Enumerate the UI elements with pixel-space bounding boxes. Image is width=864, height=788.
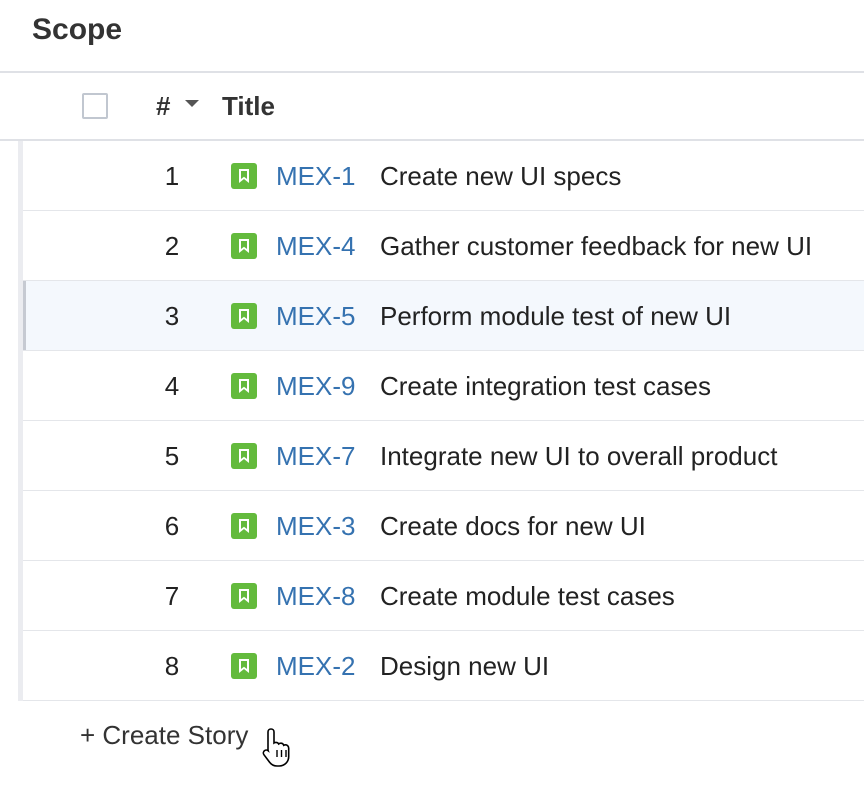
issue-key-link[interactable]: MEX-4: [276, 231, 355, 262]
story-icon: [231, 163, 257, 189]
rank-cell: 2: [164, 231, 180, 261]
issue-summary[interactable]: Create docs for new UI: [380, 511, 646, 542]
rank-cell: 1: [164, 161, 180, 191]
issue-key-link[interactable]: MEX-3: [276, 511, 355, 542]
table-row[interactable]: 2 MEX-4 Gather customer feedback for new…: [23, 211, 864, 281]
table-row[interactable]: 3 MEX-5 Perform module test of new UI: [23, 281, 864, 351]
table-row[interactable]: 4 MEX-9 Create integration test cases: [23, 351, 864, 421]
story-icon: [231, 303, 257, 329]
issue-key-link[interactable]: MEX-1: [276, 161, 355, 192]
select-all-checkbox[interactable]: [82, 93, 108, 119]
create-story-button[interactable]: + Create Story: [80, 720, 248, 751]
issue-summary[interactable]: Create module test cases: [380, 581, 675, 612]
table-row[interactable]: 8 MEX-2 Design new UI: [23, 631, 864, 701]
issue-key-link[interactable]: MEX-5: [276, 301, 355, 332]
story-icon: [231, 233, 257, 259]
rank-cell: 3: [164, 301, 180, 331]
caret-down-icon[interactable]: [185, 100, 199, 107]
page-title: Scope: [32, 13, 123, 46]
story-icon: [231, 443, 257, 469]
column-header-title[interactable]: Title: [222, 91, 275, 122]
issue-summary[interactable]: Gather customer feedback for new UI: [380, 231, 812, 262]
story-icon: [231, 513, 257, 539]
story-icon: [231, 373, 257, 399]
issue-summary[interactable]: Integrate new UI to overall product: [380, 441, 777, 472]
table-row[interactable]: 1 MEX-1 Create new UI specs: [23, 141, 864, 211]
table-row[interactable]: 5 MEX-7 Integrate new UI to overall prod…: [23, 421, 864, 491]
issue-key-link[interactable]: MEX-2: [276, 651, 355, 682]
table-row[interactable]: 6 MEX-3 Create docs for new UI: [23, 491, 864, 561]
rank-cell: 7: [164, 581, 180, 611]
rank-cell: 4: [164, 371, 180, 401]
story-icon: [231, 653, 257, 679]
table-header: # Title: [0, 71, 864, 141]
rank-cell: 5: [164, 441, 180, 471]
issue-summary[interactable]: Create integration test cases: [380, 371, 711, 402]
issue-summary[interactable]: Create new UI specs: [380, 161, 621, 192]
table-row[interactable]: 7 MEX-8 Create module test cases: [23, 561, 864, 631]
issue-summary[interactable]: Design new UI: [380, 651, 549, 682]
story-icon: [231, 583, 257, 609]
hand-pointer-icon: [262, 728, 290, 767]
issue-summary[interactable]: Perform module test of new UI: [380, 301, 731, 332]
issue-key-link[interactable]: MEX-9: [276, 371, 355, 402]
issue-list: 1 MEX-1 Create new UI specs 2 MEX-4 Gath…: [18, 141, 864, 701]
rank-cell: 8: [164, 651, 180, 681]
rank-cell: 6: [164, 511, 180, 541]
issue-key-link[interactable]: MEX-7: [276, 441, 355, 472]
issue-key-link[interactable]: MEX-8: [276, 581, 355, 612]
column-header-rank[interactable]: #: [156, 91, 170, 122]
